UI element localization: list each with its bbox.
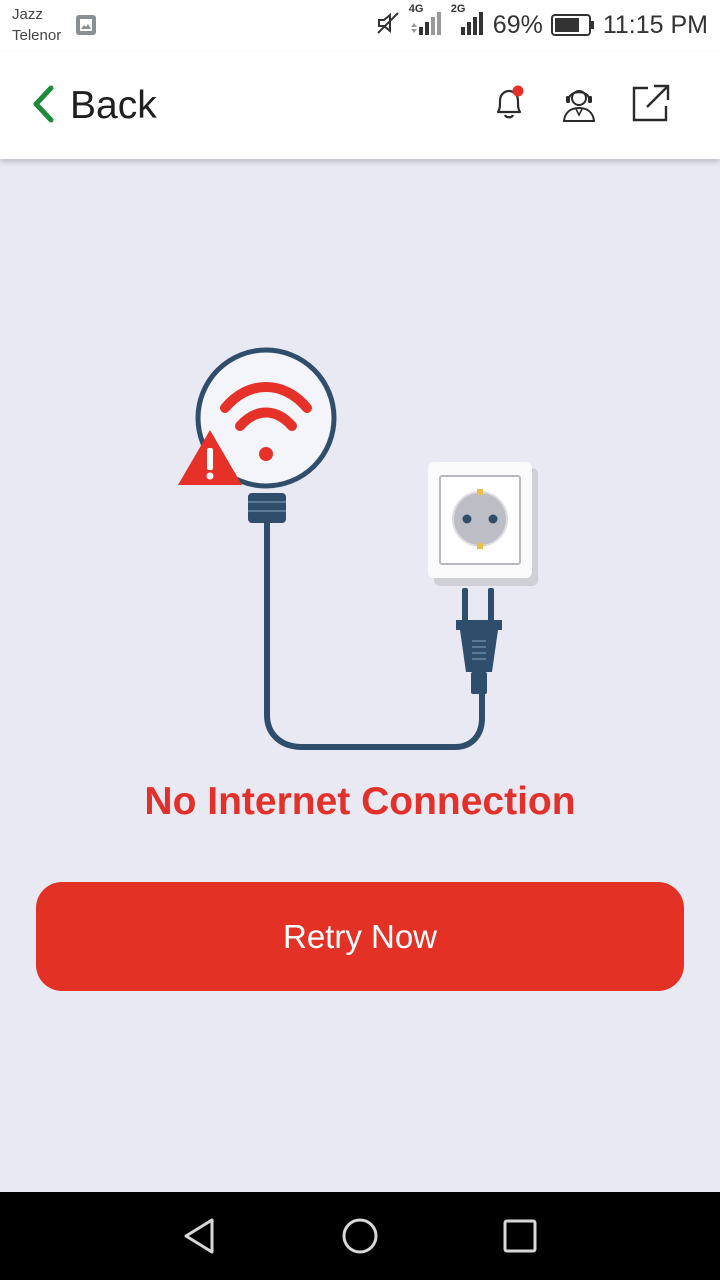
notification-bell-icon[interactable] [488,82,530,124]
app-header: Back [0,52,720,159]
support-agent-icon[interactable] [558,82,600,124]
chevron-left-icon [30,84,56,129]
mute-icon [375,10,401,41]
carrier-1: Jazz [12,6,43,23]
external-link-icon[interactable] [630,82,672,124]
status-bar: Jazz Telenor 4G 2G 69% 11:15 PM [0,0,720,52]
plug-icon [456,588,502,694]
back-label: Back [70,84,157,127]
battery-icon [550,13,595,37]
system-nav-bar [0,1192,720,1280]
network-2g-label: 2G [450,2,466,15]
battery-percent: 69% [492,10,543,39]
error-title: No Internet Connection [144,780,576,823]
carrier-names: Jazz Telenor [12,4,61,46]
home-circle-icon[interactable] [338,1214,382,1258]
gallery-notification-icon [75,14,97,41]
retry-now-button[interactable]: Retry Now [36,882,684,991]
clock: 11:15 PM [602,10,708,39]
signal-4g-icon: 4G [409,3,443,42]
signal-2g-icon: 2G [451,3,485,42]
no-connection-illustration [170,330,550,765]
recents-square-icon[interactable] [498,1214,542,1258]
back-triangle-icon[interactable] [178,1214,222,1258]
carrier-2: Telenor [12,27,62,44]
network-4g-label: 4G [408,2,424,15]
power-socket-icon [428,462,538,586]
back-button[interactable]: Back [30,82,157,130]
